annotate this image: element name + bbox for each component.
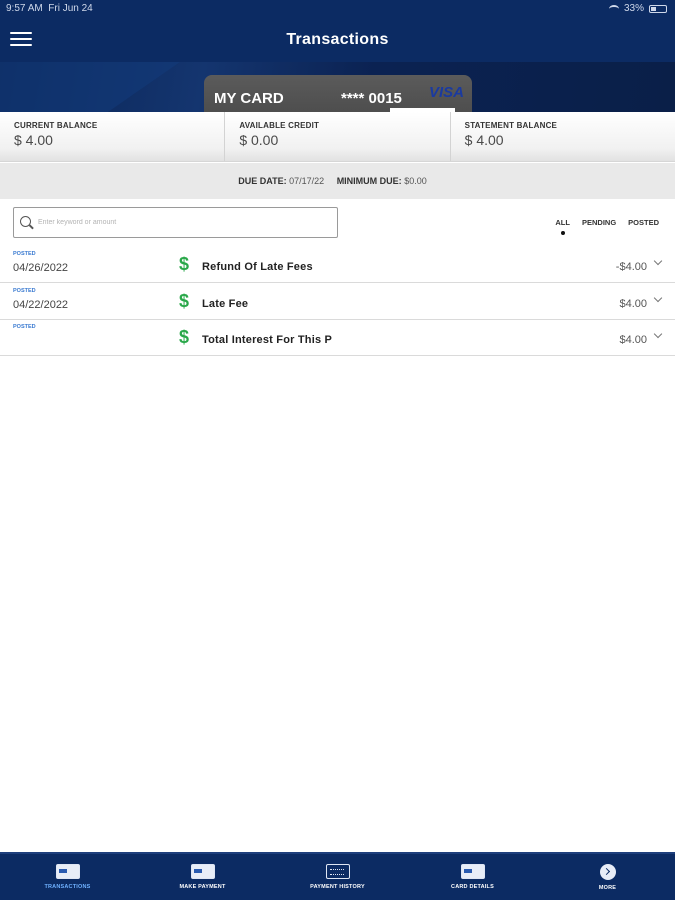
status-date-text: Fri Jun 24 bbox=[48, 3, 93, 14]
dollar-icon: $ bbox=[179, 254, 190, 274]
filter-all[interactable]: ALL bbox=[555, 218, 570, 235]
filter-pending[interactable]: PENDING bbox=[582, 218, 616, 227]
transaction-row[interactable]: POSTED 04/22/2022 $ Late Fee $4.00 bbox=[0, 283, 675, 320]
transaction-row[interactable]: POSTED $ Total Interest For This P $4.00 bbox=[0, 319, 675, 356]
search-box[interactable] bbox=[13, 207, 338, 238]
nav-make-payment-label: MAKE PAYMENT bbox=[179, 884, 226, 890]
wifi-icon bbox=[608, 4, 619, 13]
chevron-down-icon[interactable] bbox=[653, 293, 663, 303]
status-time-text: 9:57 AM bbox=[6, 3, 43, 14]
minimum-due-value: $0.00 bbox=[404, 176, 427, 186]
transaction-description: Late Fee bbox=[202, 298, 249, 310]
credit-card-preview[interactable]: MY CARD **** 0015 VISA bbox=[204, 75, 472, 112]
current-balance-label: CURRENT BALANCE bbox=[14, 121, 98, 130]
bottom-navigation: TRANSACTIONS MAKE PAYMENT PAYMENT HISTOR… bbox=[0, 852, 675, 900]
nav-payment-history-label: PAYMENT HISTORY bbox=[310, 884, 365, 890]
history-icon bbox=[325, 864, 350, 879]
card-name: MY CARD bbox=[214, 90, 284, 107]
filter-pending-label: PENDING bbox=[581, 218, 617, 227]
transaction-status: POSTED bbox=[13, 251, 36, 257]
status-bar: 9:57 AM Fri Jun 24 33% bbox=[0, 0, 675, 18]
card-details-icon bbox=[460, 864, 485, 879]
nav-card-details[interactable]: CARD DETAILS bbox=[405, 854, 540, 900]
transaction-date: 04/22/2022 bbox=[13, 299, 69, 311]
nav-more-label: MORE bbox=[598, 885, 617, 891]
available-credit: AVAILABLE CREDIT $ 0.00 bbox=[225, 112, 451, 161]
available-credit-label: AVAILABLE CREDIT bbox=[239, 121, 320, 130]
app-header: 9:57 AM Fri Jun 24 33% Transactions MY C… bbox=[0, 0, 675, 112]
nav-card-details-label: CARD DETAILS bbox=[451, 884, 494, 890]
minimum-due-label: MINIMUM DUE: bbox=[336, 176, 402, 186]
more-icon bbox=[599, 864, 616, 880]
current-balance-value: $ 4.00 bbox=[14, 132, 53, 148]
balance-summary: CURRENT BALANCE $ 4.00 AVAILABLE CREDIT … bbox=[0, 112, 675, 162]
transaction-description: Total Interest For This P bbox=[202, 334, 333, 346]
filter-all-label: ALL bbox=[555, 218, 570, 227]
transaction-amount: $4.00 bbox=[619, 298, 647, 310]
transaction-status: POSTED bbox=[13, 288, 36, 294]
active-filter-dot bbox=[560, 231, 565, 235]
transaction-amount: -$4.00 bbox=[615, 261, 647, 273]
chevron-down-icon[interactable] bbox=[653, 256, 663, 266]
transaction-date: 04/26/2022 bbox=[13, 262, 69, 274]
statement-balance: STATEMENT BALANCE $ 4.00 bbox=[451, 112, 675, 161]
nav-payment-history[interactable]: PAYMENT HISTORY bbox=[270, 854, 405, 900]
visa-logo: VISA bbox=[428, 84, 464, 101]
transaction-amount: $4.00 bbox=[619, 334, 647, 346]
card-number: **** 0015 bbox=[341, 90, 402, 107]
payment-card-icon bbox=[190, 864, 215, 879]
header-decoration bbox=[0, 62, 180, 112]
statement-balance-value: $ 4.00 bbox=[464, 132, 504, 148]
battery-percent: 33% bbox=[623, 3, 644, 14]
current-balance: CURRENT BALANCE $ 4.00 bbox=[0, 112, 226, 161]
due-date-value: 07/17/22 bbox=[289, 176, 325, 186]
transaction-description: Refund Of Late Fees bbox=[202, 261, 313, 273]
due-date-label: DUE DATE: bbox=[238, 176, 287, 186]
filter-posted-label: POSTED bbox=[628, 218, 659, 227]
dollar-icon: $ bbox=[179, 327, 190, 347]
page-title: Transactions bbox=[286, 31, 389, 48]
transaction-status: POSTED bbox=[13, 324, 36, 330]
due-info-row: DUE DATE: 07/17/22 MINIMUM DUE: $0.00 bbox=[0, 163, 675, 199]
transaction-row[interactable]: POSTED 04/26/2022 $ Refund Of Late Fees … bbox=[0, 246, 675, 283]
statement-balance-label: STATEMENT BALANCE bbox=[464, 121, 558, 130]
battery-icon bbox=[649, 4, 667, 13]
available-credit-value: $ 0.00 bbox=[239, 132, 279, 148]
status-indicators: 33% bbox=[608, 3, 667, 14]
card-swipe-icon bbox=[55, 864, 80, 879]
chevron-down-icon[interactable] bbox=[653, 329, 663, 339]
search-input[interactable] bbox=[38, 219, 318, 226]
search-icon bbox=[20, 215, 34, 230]
nav-transactions-label: TRANSACTIONS bbox=[44, 884, 91, 890]
filter-posted[interactable]: POSTED bbox=[628, 218, 659, 227]
status-time: 9:57 AM Fri Jun 24 bbox=[6, 3, 93, 14]
transaction-filters: ALL PENDING POSTED bbox=[555, 218, 659, 235]
nav-more[interactable]: MORE bbox=[540, 854, 675, 900]
nav-transactions[interactable]: TRANSACTIONS bbox=[0, 854, 135, 900]
dollar-icon: $ bbox=[179, 291, 190, 311]
nav-make-payment[interactable]: MAKE PAYMENT bbox=[135, 854, 270, 900]
